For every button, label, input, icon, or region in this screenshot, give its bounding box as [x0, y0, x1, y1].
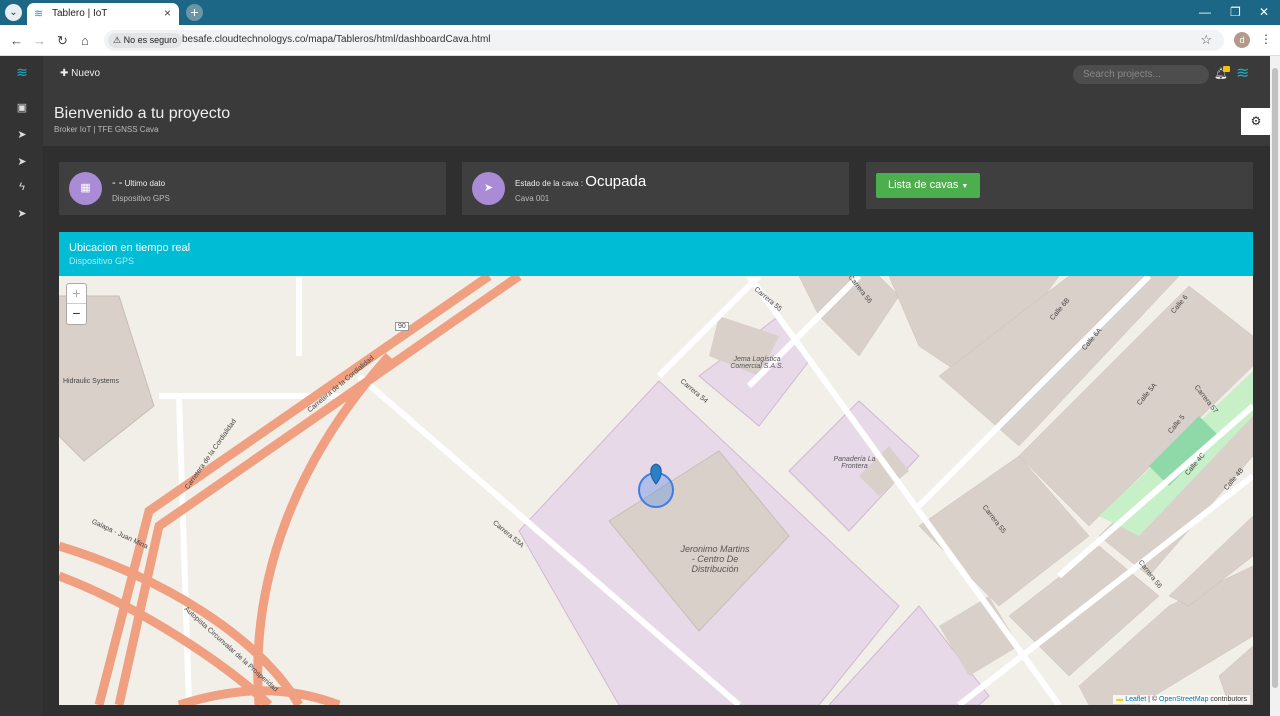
map-label: Hidraulic Systems — [63, 378, 120, 385]
route-shield: 90 — [395, 322, 409, 331]
browser-menu-icon[interactable]: ⋮ — [1260, 32, 1272, 46]
page-subtitle: Broker IoT | TFE GNSS Cava — [54, 125, 159, 134]
close-tab-icon[interactable]: × — [164, 6, 171, 20]
forward-icon[interactable]: → — [33, 33, 46, 48]
new-tab-button[interactable]: + — [186, 4, 203, 21]
last-data-label: Ultimo dato — [124, 179, 166, 188]
cava-list-label: Lista de cavas — [888, 179, 959, 191]
security-badge[interactable]: ⚠ No es seguro — [108, 33, 183, 48]
scrollbar-thumb[interactable] — [1272, 68, 1278, 688]
map-panel: Ubicacion en tiempo real Dispositivo GPS — [59, 232, 1253, 705]
page-scrollbar[interactable] — [1270, 56, 1280, 716]
last-data-value: - - — [112, 177, 123, 189]
back-icon[interactable]: ← — [10, 33, 23, 48]
map-title: Ubicacion en tiempo real — [69, 242, 191, 254]
cava-list-dropdown[interactable]: Lista de cavas ▼ — [876, 173, 981, 198]
address-bar: ← → ↻ ⌂ ⚠ No es seguro besafe.cloudtechn… — [0, 25, 1280, 56]
brand-logo-icon[interactable]: ≋ — [14, 64, 30, 80]
calendar-icon: ▦ — [69, 172, 102, 205]
url-text: besafe.cloudtechnologys.co/mapa/Tableros… — [182, 34, 491, 45]
osm-link[interactable]: OpenStreetMap — [1159, 696, 1208, 703]
tab-search-button[interactable]: ⌄ — [5, 4, 22, 21]
zoom-out-button[interactable]: − — [67, 304, 86, 324]
poi-label: Jeronimo Martins - Centro De Distribució… — [680, 544, 750, 574]
last-data-line: - - Ultimo dato — [112, 177, 165, 189]
bookmark-star-icon[interactable]: ☆ — [1200, 32, 1212, 48]
url-field[interactable]: ⚠ No es seguro besafe.cloudtechnologys.c… — [104, 30, 1224, 51]
sidebar: ≋ ▣ ➤ ➤ ϟ ➤ — [0, 56, 43, 716]
poi-label: Panadería La Frontera — [833, 456, 876, 470]
cava-state-line: Estado de la cava : Ocupada — [515, 173, 646, 190]
map-attribution: ▬ Leaflet | © OpenStreetMap contributors — [1113, 695, 1250, 704]
attribution-separator: | © — [1146, 696, 1160, 703]
caret-down-icon: ▼ — [961, 183, 969, 190]
new-label: Nuevo — [71, 68, 101, 79]
map-subtitle: Dispositivo GPS — [69, 256, 135, 266]
minimize-icon[interactable]: — — [1199, 5, 1211, 19]
last-data-sub: Dispositivo GPS — [112, 194, 170, 203]
cava-state-card: ➤ Estado de la cava : Ocupada Cava 001 — [462, 162, 849, 215]
reload-icon[interactable]: ↻ — [57, 33, 68, 49]
cava-number: Cava 001 — [515, 194, 550, 203]
user-brand-icon[interactable]: ≋ — [1236, 63, 1249, 83]
security-label: No es seguro — [123, 35, 178, 45]
new-button[interactable]: ✚ Nuevo — [60, 68, 100, 79]
search-input[interactable]: Search projects... — [1073, 65, 1209, 84]
attribution-tail: contributors — [1208, 696, 1247, 703]
site-favicon-icon: ≋ — [34, 8, 44, 20]
cava-state-label: Estado de la cava : — [515, 179, 584, 188]
location-arrow-icon: ➤ — [472, 172, 505, 205]
browser-tab-bar: ⌄ ≋ Tablero | IoT × + — ❐ ✕ — [0, 0, 1280, 25]
close-window-icon[interactable]: ✕ — [1259, 5, 1269, 19]
map-canvas[interactable]: Hidraulic Systems 90 Carretera de la Cor… — [59, 276, 1253, 705]
settings-gear-icon[interactable]: ⚙ — [1241, 108, 1271, 135]
cava-state-value: Ocupada — [585, 173, 647, 190]
location-arrow-icon[interactable]: ➤ — [14, 207, 30, 223]
restore-icon[interactable]: ❐ — [1230, 5, 1241, 19]
bolt-icon[interactable]: ϟ — [14, 181, 30, 197]
location-arrow-icon[interactable]: ➤ — [14, 128, 30, 144]
zoom-in-button[interactable]: + — [67, 284, 86, 304]
home-icon[interactable]: ⌂ — [81, 33, 89, 48]
medkit-icon[interactable]: ▣ — [14, 101, 30, 117]
notification-badge — [1223, 66, 1230, 72]
map-tiles[interactable] — [59, 276, 1253, 705]
page-header: Bienvenido a tu proyecto Broker IoT | TF… — [43, 93, 1271, 146]
leaflet-link[interactable]: Leaflet — [1125, 696, 1146, 703]
cava-list-card: Lista de cavas ▼ — [866, 162, 1253, 209]
location-arrow-icon[interactable]: ➤ — [14, 155, 30, 171]
zoom-control: + − — [66, 283, 87, 325]
tab-title: Tablero | IoT — [52, 8, 108, 19]
top-navbar: ✚ Nuevo Search projects... 🔔︎ ≋ — [43, 56, 1270, 93]
browser-tab[interactable]: ≋ Tablero | IoT × — [27, 3, 179, 25]
profile-avatar[interactable]: d — [1234, 32, 1250, 48]
poi-label: Jema Logística Comercial S.A.S. — [730, 356, 784, 370]
map-panel-header: Ubicacion en tiempo real Dispositivo GPS — [59, 232, 1253, 276]
page-title: Bienvenido a tu proyecto — [54, 105, 231, 122]
last-data-card: ▦ - - Ultimo dato Dispositivo GPS — [59, 162, 446, 215]
